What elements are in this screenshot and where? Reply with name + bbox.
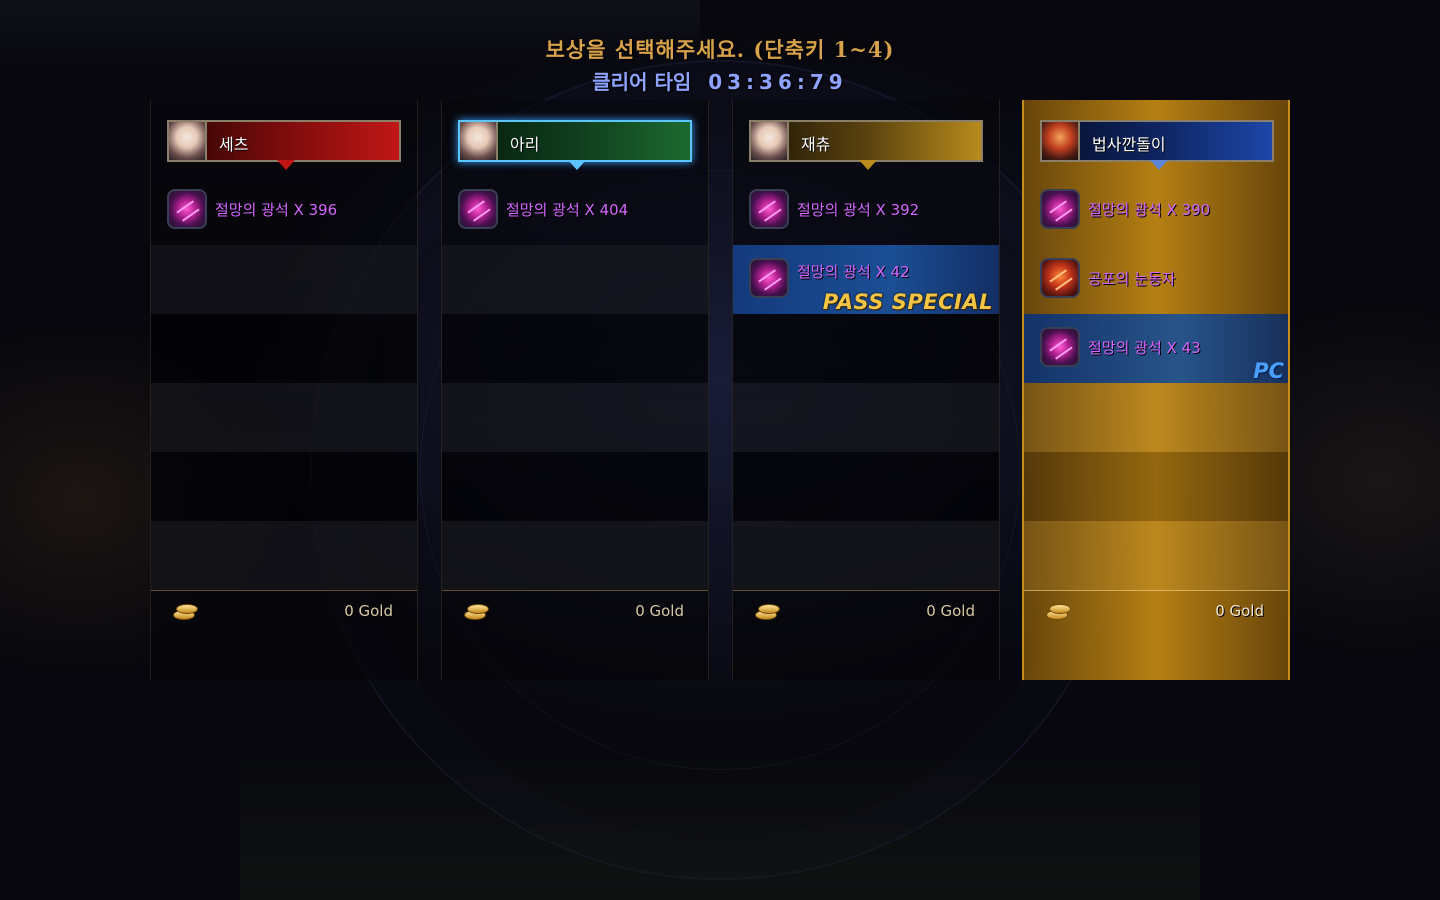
reward-item-text: 절망의 광석 X 43 [1088, 339, 1201, 357]
reward-column-4[interactable]: 법사깐돌이 절망의 광석 X 390 공포의 눈동자 절망의 광석 X 43 P… [1022, 100, 1290, 680]
gold-coin-icon [1046, 603, 1071, 620]
despair-ore-icon [749, 189, 789, 229]
despair-ore-icon [167, 189, 207, 229]
reward-header: 보상을 선택해주세요. (단축키 1~4) 클리어 타임 03:36:79 [0, 34, 1440, 95]
player-name: 세츠 [219, 135, 249, 154]
plate-caret-icon [1150, 160, 1168, 170]
player-name: 법사깐돌이 [1092, 135, 1166, 154]
clear-time-label: 클리어 타임 [592, 70, 692, 94]
reward-column-1[interactable]: 세츠 절망의 광석 X 396 0 Gold [150, 100, 418, 680]
clear-time-value: 03:36:79 [708, 70, 848, 94]
player-name: 아리 [510, 135, 540, 154]
pass-special-badge: PASS SPECIAL [822, 290, 993, 314]
empty-slot [151, 314, 417, 383]
reward-item[interactable]: 절망의 광석 X 392 [733, 176, 999, 245]
empty-slot [733, 314, 999, 383]
plate-caret-icon [859, 160, 877, 170]
background-hud-bottom [240, 760, 1200, 900]
reward-item-pc-bonus[interactable]: 절망의 광석 X 43 PC [1024, 314, 1288, 383]
reward-item-text: 절망의 광석 X 42 [797, 263, 910, 281]
empty-slot [151, 245, 417, 314]
player-plate: 법사깐돌이 [1040, 120, 1274, 170]
plate-caret-icon [568, 160, 586, 170]
gold-coin-icon [173, 603, 198, 620]
reward-item[interactable]: 공포의 눈동자 [1024, 245, 1288, 314]
reward-item[interactable]: 절망의 광석 X 390 [1024, 176, 1288, 245]
pc-badge: PC [1253, 359, 1284, 383]
plate-caret-icon [277, 160, 295, 170]
gold-row: 0 Gold [151, 590, 417, 630]
reward-list: 절망의 광석 X 392 절망의 광석 X 42 PASS SPECIAL [733, 176, 999, 590]
empty-slot [733, 521, 999, 590]
reward-list: 절망의 광석 X 404 [442, 176, 708, 590]
empty-slot [151, 521, 417, 590]
despair-ore-icon [458, 189, 498, 229]
character-portrait [1042, 122, 1080, 160]
character-portrait [169, 122, 207, 160]
gold-coin-icon [464, 603, 489, 620]
reward-item-text: 절망의 광석 X 392 [797, 201, 920, 219]
player-plate: 아리 [458, 120, 692, 170]
reward-column-3[interactable]: 재츄 절망의 광석 X 392 절망의 광석 X 42 PASS SPECIAL… [732, 100, 1000, 680]
gold-amount: 0 Gold [926, 602, 975, 620]
reward-column-2[interactable]: 아리 절망의 광석 X 404 0 Gold [441, 100, 709, 680]
gold-amount: 0 Gold [344, 602, 393, 620]
clear-time-row: 클리어 타임 03:36:79 [0, 66, 1440, 95]
empty-slot [442, 521, 708, 590]
empty-slot [442, 452, 708, 521]
player-name: 재츄 [801, 135, 831, 154]
empty-slot [442, 245, 708, 314]
player-plate: 재츄 [749, 120, 983, 170]
reward-title: 보상을 선택해주세요. (단축키 1~4) [545, 37, 895, 62]
empty-slot [151, 383, 417, 452]
reward-item-text: 절망의 광석 X 396 [215, 201, 338, 219]
reward-item-text: 절망의 광석 X 404 [506, 201, 629, 219]
gold-row: 0 Gold [733, 590, 999, 630]
reward-item-text: 절망의 광석 X 390 [1088, 201, 1211, 219]
empty-slot [733, 452, 999, 521]
empty-slot [1024, 452, 1288, 521]
despair-ore-icon [1040, 189, 1080, 229]
empty-slot [1024, 521, 1288, 590]
reward-item-pass-special[interactable]: 절망의 광석 X 42 PASS SPECIAL [733, 245, 999, 314]
gold-coin-icon [755, 603, 780, 620]
despair-ore-icon [749, 258, 789, 298]
reward-item[interactable]: 절망의 광석 X 396 [151, 176, 417, 245]
character-portrait [751, 122, 789, 160]
character-portrait [460, 122, 498, 160]
gold-row: 0 Gold [442, 590, 708, 630]
eye-of-fear-icon [1040, 258, 1080, 298]
gold-row: 0 Gold [1024, 590, 1288, 630]
gold-amount: 0 Gold [635, 602, 684, 620]
empty-slot [442, 383, 708, 452]
reward-item-text: 공포의 눈동자 [1088, 270, 1176, 288]
empty-slot [733, 383, 999, 452]
despair-ore-icon [1040, 327, 1080, 367]
reward-item[interactable]: 절망의 광석 X 404 [442, 176, 708, 245]
reward-list: 절망의 광석 X 396 [151, 176, 417, 590]
reward-list: 절망의 광석 X 390 공포의 눈동자 절망의 광석 X 43 PC [1024, 176, 1288, 590]
empty-slot [442, 314, 708, 383]
empty-slot [1024, 383, 1288, 452]
empty-slot [151, 452, 417, 521]
gold-amount: 0 Gold [1215, 602, 1264, 620]
player-plate: 세츠 [167, 120, 401, 170]
